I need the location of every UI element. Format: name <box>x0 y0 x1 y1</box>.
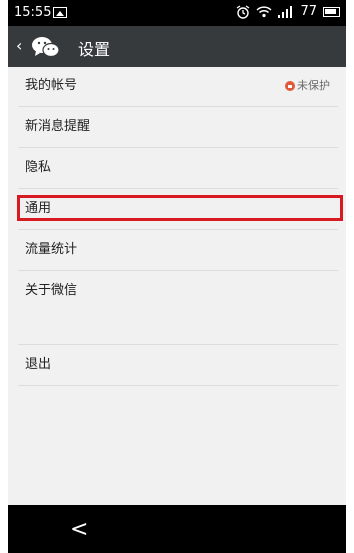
lock-icon <box>285 81 295 91</box>
protection-status-text: 未保护 <box>297 79 330 92</box>
navigation-bar: < <box>8 505 346 553</box>
settings-item-label: 流量统计 <box>25 242 78 257</box>
settings-item-privacy[interactable]: 隐私 <box>18 148 338 189</box>
settings-item-account[interactable]: 我的帐号 未保护 <box>18 66 338 107</box>
settings-list: 我的帐号 未保护 新消息提醒 隐私 通用 流量统计 关于微信 退出 <box>18 66 338 386</box>
settings-item-label: 新消息提醒 <box>25 119 91 134</box>
image-notification-icon <box>53 7 67 18</box>
settings-item-label: 隐私 <box>25 160 52 175</box>
protection-status-badge: 未保护 <box>285 66 330 106</box>
logout-label: 退出 <box>25 357 52 372</box>
settings-item-label: 我的帐号 <box>25 78 78 93</box>
settings-item-data-usage[interactable]: 流量统计 <box>18 230 338 271</box>
status-bar: 15:55 77 <box>8 0 346 26</box>
phone-screen: 15:55 77 ‹ 设置 我的帐号 未保护 新消息提醒 隐私 通用 流量统计 … <box>8 0 346 553</box>
signal-icon <box>278 5 293 18</box>
page-title: 设置 <box>78 40 111 59</box>
settings-item-logout[interactable]: 退出 <box>18 345 338 386</box>
battery-level: 77 <box>300 4 317 19</box>
battery-icon <box>323 6 340 17</box>
title-bar: ‹ 设置 <box>8 26 346 67</box>
highlight-box <box>17 195 343 221</box>
nav-back-icon[interactable]: < <box>70 517 88 542</box>
status-time: 15:55 <box>14 5 52 20</box>
back-icon[interactable]: ‹ <box>16 36 22 55</box>
wechat-logo-icon <box>32 37 60 58</box>
settings-item-notifications[interactable]: 新消息提醒 <box>18 107 338 148</box>
settings-item-label: 关于微信 <box>25 283 78 298</box>
settings-item-about[interactable]: 关于微信 <box>18 271 338 311</box>
wifi-icon <box>256 6 272 18</box>
section-gap <box>18 311 338 345</box>
alarm-icon <box>237 4 250 19</box>
status-right: 77 <box>236 4 340 19</box>
